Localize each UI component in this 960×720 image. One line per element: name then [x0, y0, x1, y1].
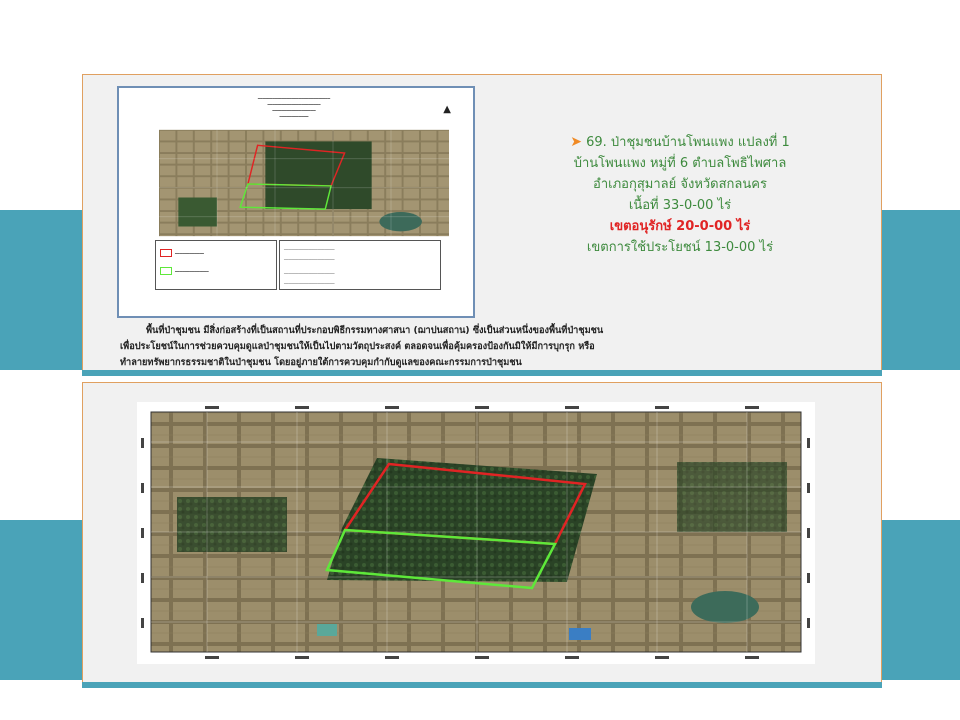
- teal-band-right: [882, 210, 960, 370]
- map-sheet: ━━━━━━━━━━━━━━━━━━━━━━━━━━━━━━ ━━━━━━━━━…: [117, 86, 475, 318]
- description-line-3: ทำลายทรัพยากรธรรมชาติในป่าชุมชน โดยอยู่ภ…: [120, 357, 522, 368]
- legend-utilization: ━━━━━━━━━━━━━━: [160, 267, 209, 275]
- description-line-2: เพื่อประโยชน์ในการช่วยควบคุมดูแลป่าชุมชน…: [120, 341, 595, 352]
- tree-cluster-left: [177, 497, 287, 552]
- plot-info: ➤ 69. ป่าชุมชนบ้านโพนแพง แปลงที่ 1 บ้านโ…: [510, 132, 850, 258]
- teal-band-left-lower: [0, 520, 82, 680]
- tree-cluster-right: [677, 462, 787, 532]
- bottom-panel-edge: [82, 682, 882, 688]
- conservation-zone: เขตอนุรักษ์ 20-0-00 ไร่: [609, 219, 751, 234]
- map-legend: ━━━━━━━━━━━━ ━━━━━━━━━━━━━━: [155, 240, 277, 290]
- map-signature-box: ───────────────────── ──────────────────…: [279, 240, 441, 290]
- thumbnail-map: [159, 129, 449, 237]
- sheet-title: ━━━━━━━━━━━━━━━━━━━━━━━━━━━━━━ ━━━━━━━━━…: [257, 96, 331, 119]
- north-arrow-icon: ▲: [443, 104, 451, 115]
- plot-title-row: ➤ 69. ป่าชุมชนบ้านโพนแพง แปลงที่ 1: [510, 132, 850, 153]
- teal-band-left: [0, 210, 82, 370]
- description-text: พื้นที่ป่าชุมชน มีสิ่งก่อสร้างที่เป็นสถา…: [120, 323, 870, 371]
- plot-title: 69. ป่าชุมชนบ้านโพนแพง แปลงที่ 1: [586, 135, 790, 150]
- description-line-1: พื้นที่ป่าชุมชน มีสิ่งก่อสร้างที่เป็นสถา…: [146, 325, 604, 336]
- utilization-zone: เขตการใช้ประโยชน์ 13-0-00 ไร่: [586, 240, 774, 255]
- plot-village: บ้านโพนแพง หมู่ที่ 6 ตำบลโพธิไพศาล: [573, 156, 787, 171]
- plot-area: เนื้อที่ 33-0-00 ไร่: [628, 198, 732, 213]
- legend-conservation: ━━━━━━━━━━━━: [160, 249, 204, 257]
- pool: [317, 624, 337, 636]
- building: [569, 628, 591, 640]
- satellite-map: [137, 402, 815, 664]
- plot-district: อำเภอกุสุมาลย์ จังหวัดสกลนคร: [593, 177, 767, 192]
- arrow-icon: ➤: [570, 134, 582, 150]
- teal-band-right-lower: [882, 520, 960, 680]
- pond: [691, 591, 759, 623]
